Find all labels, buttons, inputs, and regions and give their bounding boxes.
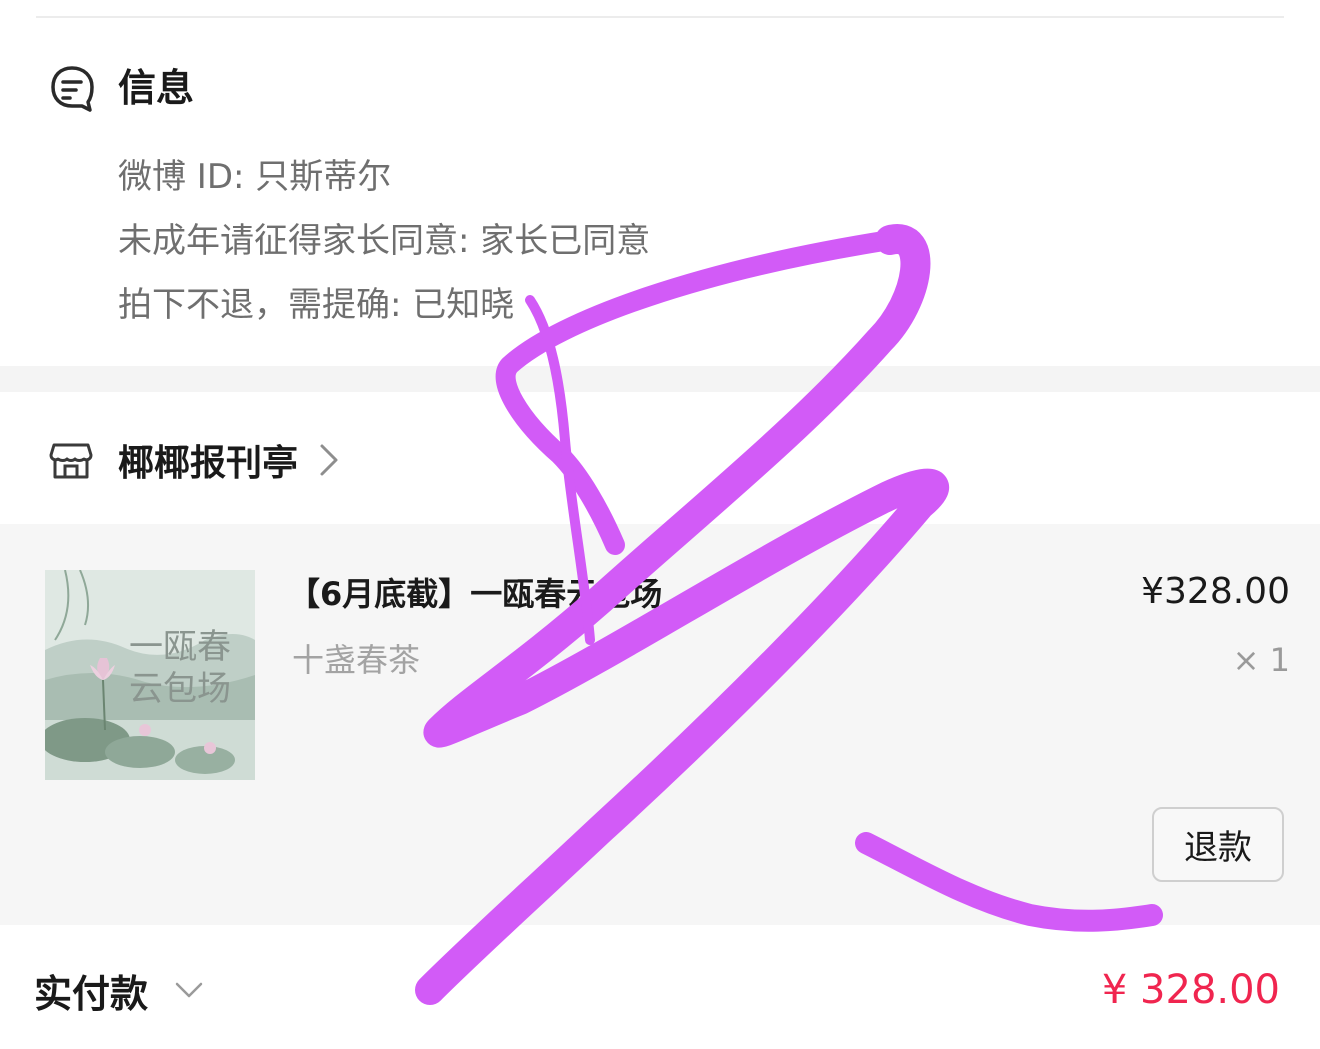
product-title[interactable]: 【6月底截】一瓯春云包场 [288,572,662,616]
chevron-down-icon [175,982,203,998]
product-quantity: × 1 [1232,641,1290,679]
total-payment-toggle[interactable]: 实付款 [34,960,204,1020]
thumbnail-caption: 一瓯春 云包场 [129,627,231,709]
info-line-parental-consent: 未成年请征得家长同意: 家长已同意 [118,221,651,261]
order-item-card[interactable]: 一瓯春 云包场 【6月底截】一瓯春云包场 十盏春茶 ¥328.00 × 1 退款 [0,524,1320,925]
info-header: 信息 [48,62,194,114]
order-detail-page: 信息 微博 ID: 只斯蒂尔 未成年请征得家长同意: 家长已同意 拍下不退，需提… [0,0,1320,1049]
total-label: 实付款 [34,971,149,1016]
total-amount: ¥ 328.00 [1101,967,1280,1013]
shop-link[interactable]: 椰椰报刊亭 [48,432,340,488]
product-thumbnail[interactable]: 一瓯春 云包场 [45,570,255,780]
info-line-weibo-id: 微博 ID: 只斯蒂尔 [118,157,392,197]
info-line-no-refund: 拍下不退，需提确: 已知晓 [118,285,515,325]
refund-button[interactable]: 退款 [1152,807,1284,882]
shop-name: 椰椰报刊亭 [118,443,299,484]
message-note-icon [51,66,94,112]
chevron-right-icon [320,444,338,476]
section-separator [0,366,1320,392]
info-title: 信息 [118,66,195,110]
product-price: ¥328.00 [1141,571,1290,612]
info-lines: 微博 ID: 只斯蒂尔 未成年请征得家长同意: 家长已同意 拍下不退，需提确: … [118,145,650,337]
store-icon [49,443,93,479]
divider [36,16,1284,18]
product-variant: 十盏春茶 [292,641,421,679]
